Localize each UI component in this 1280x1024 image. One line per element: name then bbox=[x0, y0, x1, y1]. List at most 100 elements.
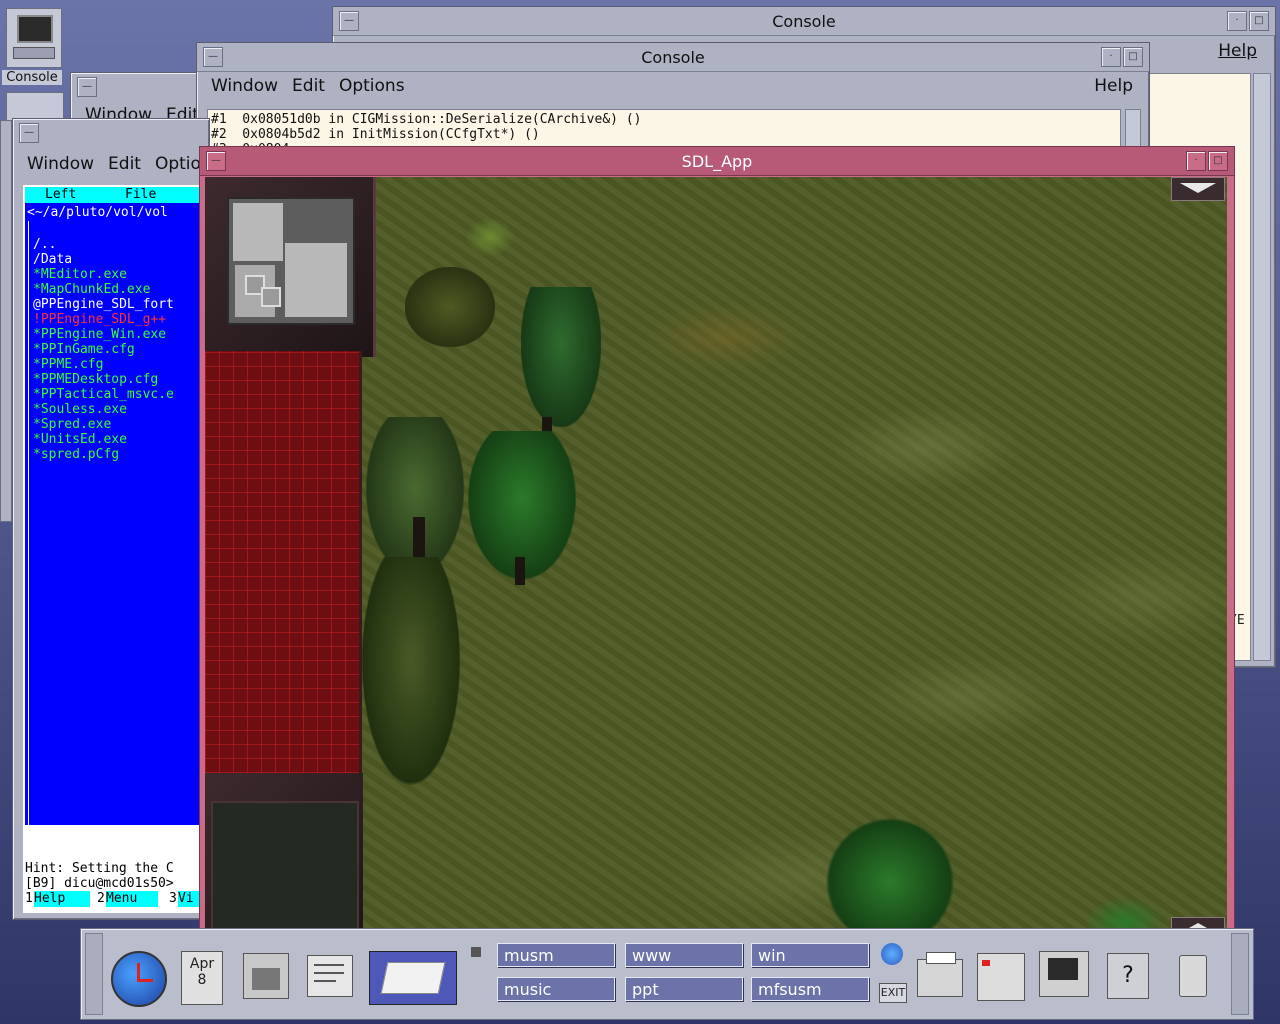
file-list-item[interactable]: *UnitsEd.exe bbox=[33, 432, 209, 447]
window-menu-button[interactable]: — bbox=[339, 11, 359, 31]
file-list-item[interactable]: *Spred.exe bbox=[33, 417, 209, 432]
computer-icon bbox=[6, 8, 62, 68]
hud-unit-panel[interactable] bbox=[205, 351, 362, 773]
file-list-item[interactable]: *PPEngine_Win.exe bbox=[33, 327, 209, 342]
globe-icon[interactable] bbox=[881, 943, 903, 965]
minimize-button[interactable]: · bbox=[1186, 151, 1206, 171]
menu-edit[interactable]: Edit bbox=[108, 154, 141, 174]
fm-selected-file: *spred.pCfg bbox=[31, 835, 118, 850]
console-desktop-icon[interactable]: Console bbox=[2, 6, 62, 94]
sdl-titlebar[interactable]: SDL_App bbox=[200, 147, 1234, 176]
window-menu-button[interactable]: — bbox=[206, 151, 226, 171]
panel-header-file: File bbox=[125, 187, 157, 202]
fm-path: <~/a/pluto/vol/vol bbox=[27, 205, 168, 220]
window-menu-button[interactable]: — bbox=[19, 123, 39, 143]
minimize-button[interactable]: · bbox=[1227, 11, 1247, 31]
back-console-scrollbar[interactable] bbox=[1253, 73, 1271, 661]
scroll-up-arrow[interactable] bbox=[1171, 177, 1225, 201]
tree bbox=[521, 287, 601, 427]
menu-window[interactable]: Window bbox=[211, 76, 278, 96]
panel-handle-right[interactable] bbox=[1231, 933, 1249, 1015]
maximize-button[interactable]: □ bbox=[1208, 151, 1228, 171]
clock-icon[interactable] bbox=[111, 951, 167, 1007]
back-console-help[interactable]: Help bbox=[1218, 41, 1257, 61]
console-titlebar[interactable]: Console bbox=[197, 43, 1149, 72]
hud-portrait-slot[interactable] bbox=[211, 801, 359, 933]
terminal-icon[interactable] bbox=[1039, 951, 1089, 997]
workspace-switcher-icon[interactable] bbox=[369, 951, 457, 1005]
back-console-titlebar[interactable]: Console bbox=[333, 7, 1275, 36]
file-list-item[interactable]: *Souless.exe bbox=[33, 402, 209, 417]
panel-handle-left[interactable] bbox=[85, 933, 103, 1015]
back-console-title: Console bbox=[772, 11, 836, 31]
file-list-item[interactable]: *PPMEDesktop.cfg bbox=[33, 372, 209, 387]
help-glyph: ? bbox=[1122, 963, 1134, 988]
file-list-item[interactable]: /Data bbox=[33, 252, 209, 267]
console-icon-label: Console bbox=[2, 70, 62, 85]
minimap-explored-area bbox=[233, 203, 283, 261]
fm-panel[interactable]: Left File <~/a/pluto/vol/vol /../Data *ME… bbox=[25, 187, 209, 850]
sdl-app-window[interactable]: SDL_App — · □ bbox=[199, 146, 1235, 948]
menu-edit[interactable]: Edit bbox=[292, 76, 325, 96]
file-list-item[interactable]: *PPInGame.cfg bbox=[33, 342, 209, 357]
file-list-item[interactable]: @PPEngine_SDL_fort bbox=[33, 297, 209, 312]
file-manager-window[interactable]: — Window Edit Optio Left File <~/a/pluto… bbox=[12, 118, 210, 920]
fm-panel-header: Left File bbox=[25, 187, 209, 203]
console-title: Console bbox=[641, 47, 705, 67]
mailbox-icon[interactable] bbox=[977, 953, 1025, 1001]
workspace-music-button[interactable]: music bbox=[497, 977, 615, 1001]
bush bbox=[405, 267, 495, 347]
workspace-www-button[interactable]: www bbox=[625, 943, 743, 967]
fkey-2-num: 2 bbox=[97, 891, 105, 906]
file-list-item[interactable]: *MapChunkEd.exe bbox=[33, 282, 209, 297]
file-list-item[interactable]: /.. bbox=[33, 237, 209, 252]
fkey-1-help[interactable]: Help bbox=[34, 891, 90, 907]
tree-trunk bbox=[515, 557, 525, 585]
calendar-icon[interactable]: Apr 8 bbox=[181, 951, 223, 1005]
window-menu-button[interactable]: — bbox=[77, 77, 97, 97]
left-window-edge[interactable] bbox=[0, 120, 12, 522]
fm-hint: Hint: Setting the C bbox=[25, 861, 174, 876]
menu-window[interactable]: Window bbox=[27, 154, 94, 174]
fm-terminal: Left File <~/a/pluto/vol/vol /../Data *ME… bbox=[23, 185, 209, 913]
panel-header-left: Left bbox=[45, 187, 77, 202]
console-line: #2 0x0804b5d2 in InitMission(CCfgTxt*) (… bbox=[211, 127, 540, 142]
console-line: #1 0x08051d0b in CIGMission::DeSerialize… bbox=[211, 112, 642, 127]
fm-fkeys: 1 Help 2 Menu 3 Vi bbox=[25, 891, 209, 907]
workspace-musm-button[interactable]: musm bbox=[497, 943, 615, 967]
calendar-month: Apr bbox=[189, 956, 215, 972]
fm-menubar: Window Edit Optio bbox=[13, 150, 209, 178]
workspace-arrow[interactable] bbox=[471, 947, 481, 957]
tree-trunk bbox=[413, 517, 425, 557]
maximize-button[interactable]: □ bbox=[1123, 47, 1143, 67]
menu-options[interactable]: Optio bbox=[155, 154, 201, 174]
game-viewport[interactable] bbox=[205, 177, 1227, 941]
tree bbox=[361, 557, 461, 787]
file-list-item[interactable]: *PPME.cfg bbox=[33, 357, 209, 372]
workspace-mfsusm-button[interactable]: mfsusm bbox=[751, 977, 869, 1001]
printer-icon[interactable] bbox=[917, 952, 963, 997]
file-list-item[interactable]: !PPEngine_SDL_g++ bbox=[33, 312, 209, 327]
file-list-item[interactable]: *spred.pCfg bbox=[33, 447, 209, 462]
maximize-button[interactable]: □ bbox=[1249, 11, 1269, 31]
bush bbox=[465, 217, 515, 257]
minimize-button[interactable]: · bbox=[1101, 47, 1121, 67]
chevron-down-icon bbox=[1180, 183, 1216, 193]
fkey-2-menu[interactable]: Menu bbox=[106, 891, 158, 907]
help-books-icon[interactable]: ? bbox=[1107, 953, 1149, 999]
exit-button[interactable]: EXIT bbox=[879, 983, 907, 1003]
menu-help[interactable]: Help bbox=[1094, 76, 1133, 96]
front-panel: Apr 8 musm www win music ppt mfsusm EXIT… bbox=[80, 928, 1254, 1020]
text-editor-icon[interactable] bbox=[307, 955, 353, 997]
menu-options[interactable]: Options bbox=[339, 76, 405, 96]
workspace-ppt-button[interactable]: ppt bbox=[625, 977, 743, 1001]
trash-icon[interactable] bbox=[1179, 955, 1207, 997]
fkey-1-num: 1 bbox=[25, 891, 33, 906]
minimap[interactable] bbox=[227, 197, 355, 325]
file-list-item[interactable]: *PPTactical_msvc.e bbox=[33, 387, 209, 402]
file-manager-icon[interactable] bbox=[243, 953, 289, 999]
fm-prompt[interactable]: [B9] dicu@mcd01s50> bbox=[25, 876, 174, 891]
window-menu-button[interactable]: — bbox=[203, 47, 223, 67]
workspace-win-button[interactable]: win bbox=[751, 943, 869, 967]
file-list-item[interactable]: *MEditor.exe bbox=[33, 267, 209, 282]
